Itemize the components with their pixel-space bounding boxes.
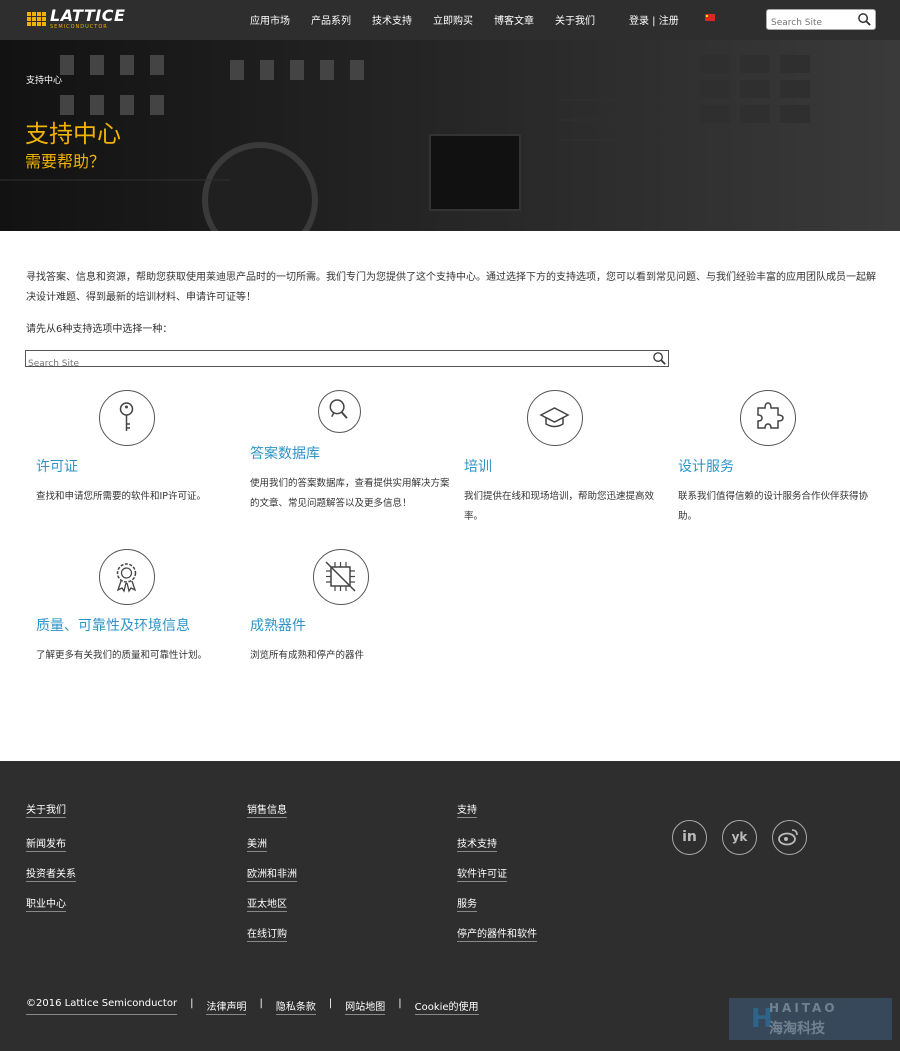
footer-link-online-order[interactable]: 在线订购 — [247, 925, 287, 942]
watermark-line2: 海淘科技 — [769, 1021, 825, 1037]
nav-applications[interactable]: 应用市场 — [250, 12, 290, 27]
footer-link-americas[interactable]: 美洲 — [247, 835, 267, 852]
card-description: 联系我们值得信赖的设计服务合作伙伴获得协助。 — [678, 491, 869, 522]
footer-link-sales[interactable]: 销售信息 — [247, 801, 287, 818]
haitao-watermark: H HAITAO 海淘科技 — [729, 998, 892, 1040]
card-title[interactable]: 许可证 — [36, 456, 78, 476]
header-search-input[interactable] — [767, 14, 852, 32]
hero-banner: 支持中心 支持中心 需要帮助？ — [0, 40, 900, 231]
card-description: 浏览所有成熟和停产的器件 — [250, 650, 365, 661]
header-search-box — [766, 9, 876, 32]
nav-buy[interactable]: 立即购买 — [433, 12, 473, 27]
logo-tagline: SEMICONDUCTOR — [50, 24, 108, 30]
breadcrumb[interactable]: 支持中心 — [26, 73, 62, 86]
logo-name: LATTICE — [50, 6, 126, 25]
card-description: 我们提供在线和现场培训，帮助您迅速提高效率。 — [464, 491, 655, 522]
top-navigation-bar: LATTICE SEMICONDUCTOR 应用市场 产品系列 技术支持 立即购… — [0, 0, 900, 40]
card-description: 了解更多有关我们的质量和可靠性计划。 — [36, 650, 208, 661]
circuit-board-background-image — [0, 40, 900, 231]
weibo-icon[interactable] — [772, 820, 807, 855]
support-search-input[interactable] — [26, 357, 626, 371]
separator: | — [328, 998, 333, 1009]
footer-link-investors[interactable]: 投资者关系 — [26, 865, 76, 882]
award-icon — [99, 549, 155, 605]
main-nav: 应用市场 产品系列 技术支持 立即购买 博客文章 关于我们 登录 | 注册 — [250, 12, 679, 27]
nav-support[interactable]: 技术支持 — [372, 12, 412, 27]
login-register-link[interactable]: 登录 | 注册 — [629, 12, 679, 27]
card-title[interactable]: 质量、可靠性及环境信息 — [36, 615, 190, 635]
intro-paragraph: 寻找答案、信息和资源，帮助您获取使用莱迪思产品时的一切所需。我们专门为您提供了这… — [26, 272, 876, 303]
sitemap-link[interactable]: 网站地图 — [345, 998, 386, 1015]
separator: | — [259, 998, 263, 1009]
china-flag-icon[interactable] — [705, 14, 715, 21]
graduation-cap-icon — [527, 390, 583, 446]
cookie-link[interactable]: Cookie的使用 — [414, 998, 479, 1015]
footer-link-news[interactable]: 新闻发布 — [26, 835, 66, 852]
card-title[interactable]: 设计服务 — [678, 456, 734, 476]
vk-icon[interactable]: yk — [722, 820, 757, 855]
footer-link-asia-pacific[interactable]: 亚太地区 — [247, 895, 287, 912]
separator: | — [398, 998, 402, 1009]
footer-link-support[interactable]: 支持 — [457, 801, 477, 818]
page-subtitle: 需要帮助？ — [25, 152, 106, 171]
nav-products[interactable]: 产品系列 — [311, 12, 351, 27]
separator: | — [190, 998, 194, 1009]
nav-about[interactable]: 关于我们 — [555, 12, 595, 27]
key-icon — [99, 390, 155, 446]
footer-link-careers[interactable]: 职业中心 — [26, 895, 66, 912]
footer-link-discontinued[interactable]: 停产的器件和软件 — [457, 925, 537, 942]
card-title[interactable]: 培训 — [464, 456, 492, 476]
card-title[interactable]: 成熟器件 — [250, 615, 306, 635]
select-prompt: 请先从6种支持选项中选择一种： — [26, 324, 173, 335]
linkedin-icon[interactable]: in — [672, 820, 707, 855]
card-title[interactable]: 答案数据库 — [250, 443, 320, 463]
lattice-logo[interactable]: LATTICE SEMICONDUCTOR — [27, 8, 125, 30]
support-search-box — [25, 350, 669, 371]
legal-links: ©2016 Lattice Semiconductor | 法律声明 | 隐私条… — [26, 998, 479, 1015]
search-icon[interactable] — [857, 12, 872, 27]
magnifier-icon — [318, 390, 361, 433]
nav-blog[interactable]: 博客文章 — [494, 12, 534, 27]
footer-link-software-license[interactable]: 软件许可证 — [457, 865, 507, 882]
privacy-link[interactable]: 隐私条款 — [275, 998, 316, 1015]
card-description: 查找和申请您所需要的软件和IP许可证。 — [36, 491, 207, 502]
legal-notice-link[interactable]: 法律声明 — [206, 998, 247, 1015]
search-icon[interactable] — [652, 351, 667, 366]
logo-grid-icon — [27, 12, 46, 26]
copyright-text: ©2016 Lattice Semiconductor — [26, 998, 178, 1015]
page-title: 支持中心 — [25, 120, 121, 148]
puzzle-icon — [740, 390, 796, 446]
card-description: 使用我们的答案数据库，查看提供实用解决方案的文章、常见问题解答以及更多信息！ — [250, 478, 450, 509]
footer: 关于我们 新闻发布 投资者关系 职业中心 销售信息 美洲 欧洲和非洲 亚太地区 … — [0, 761, 900, 1051]
footer-link-tech-support[interactable]: 技术支持 — [457, 835, 497, 852]
watermark-line1: HAITAO — [769, 1001, 838, 1015]
footer-link-services[interactable]: 服务 — [457, 895, 477, 912]
footer-link-europe-africa[interactable]: 欧洲和非洲 — [247, 865, 297, 882]
chip-icon — [313, 549, 369, 605]
footer-link-about[interactable]: 关于我们 — [26, 801, 66, 818]
